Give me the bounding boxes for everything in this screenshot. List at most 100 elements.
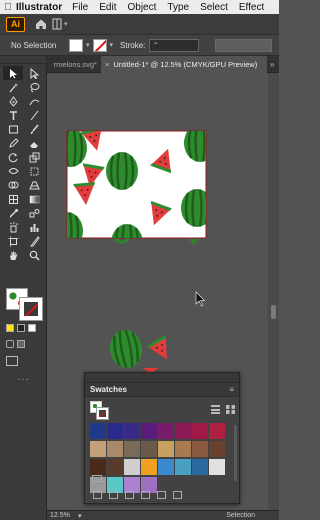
fill-dropdown-caret-icon[interactable]: ▾ xyxy=(86,41,90,49)
stroke-color-box[interactable] xyxy=(19,297,43,321)
tab-untitled-1[interactable]: × Untitled-1* @ 12.5% (CMYK/GPU Preview) xyxy=(101,55,267,73)
pen-tool-icon[interactable] xyxy=(3,94,23,108)
color-mode-icon[interactable] xyxy=(6,324,14,332)
swatch[interactable] xyxy=(124,459,140,475)
swatch[interactable] xyxy=(90,441,106,457)
arrange-documents-icon[interactable] xyxy=(52,18,62,30)
curvature-tool-icon[interactable] xyxy=(24,94,44,108)
scale-tool-icon[interactable] xyxy=(24,150,44,164)
stroke-swatch[interactable] xyxy=(92,38,107,52)
vertical-scrollbar[interactable] xyxy=(268,73,279,510)
free-transform-tool-icon[interactable] xyxy=(24,164,44,178)
apple-menu-icon[interactable]:  xyxy=(0,2,16,13)
tab-watermelons[interactable]: rmelons.svg* xyxy=(47,56,101,73)
zoom-level[interactable]: 12.5% xyxy=(50,512,78,519)
menu-file[interactable]: File xyxy=(72,2,88,13)
vertical-scroll-thumb[interactable] xyxy=(271,305,276,319)
close-tab-icon[interactable]: × xyxy=(105,60,109,69)
swatch-stroke-icon[interactable] xyxy=(96,407,109,420)
artboard-tool-icon[interactable] xyxy=(3,234,23,248)
show-swatch-kinds-icon[interactable] xyxy=(109,491,118,499)
shape-builder-tool-icon[interactable] xyxy=(3,178,23,192)
menu-effect[interactable]: Effect xyxy=(239,2,264,13)
swatch[interactable] xyxy=(124,441,140,457)
magic-wand-tool-icon[interactable] xyxy=(3,80,23,94)
swatch[interactable] xyxy=(209,459,225,475)
hand-tool-icon[interactable] xyxy=(3,248,23,262)
swatch[interactable] xyxy=(107,423,123,439)
screen-mode-icon[interactable] xyxy=(6,356,18,366)
edit-toolbar-icon[interactable]: ··· xyxy=(17,374,30,385)
swatch-group-folder-icon[interactable] xyxy=(92,475,102,482)
stroke-weight-field[interactable]: ⌃ xyxy=(149,38,200,52)
swatch[interactable] xyxy=(141,423,157,439)
lasso-tool-icon[interactable] xyxy=(24,80,44,94)
swatch[interactable] xyxy=(192,423,208,439)
swatch[interactable] xyxy=(192,459,208,475)
column-graph-tool-icon[interactable] xyxy=(24,220,44,234)
eyedropper-tool-icon[interactable] xyxy=(3,206,23,220)
line-segment-tool-icon[interactable] xyxy=(24,108,44,122)
draw-normal-icon[interactable] xyxy=(6,340,14,348)
fill-swatch[interactable] xyxy=(69,38,83,52)
arrange-caret-icon[interactable]: ▾ xyxy=(64,20,68,28)
swatch[interactable] xyxy=(141,459,157,475)
swatch[interactable] xyxy=(158,459,174,475)
swatch[interactable] xyxy=(192,441,208,457)
selection-tool-icon[interactable] xyxy=(3,66,23,80)
direct-selection-tool-icon[interactable] xyxy=(24,66,44,80)
stroke-dropdown-caret-icon[interactable]: ▾ xyxy=(110,41,114,49)
swatch[interactable] xyxy=(175,441,191,457)
swatch-options-icon[interactable] xyxy=(125,491,134,499)
status-caret-icon[interactable]: ▾ xyxy=(78,512,82,520)
gradient-tool-icon[interactable] xyxy=(24,192,44,206)
swatch[interactable] xyxy=(209,423,225,439)
pencil-tool-icon[interactable] xyxy=(3,136,23,150)
symbol-sprayer-tool-icon[interactable] xyxy=(3,220,23,234)
swatch[interactable] xyxy=(107,459,123,475)
panel-menu-icon[interactable]: ≡ xyxy=(229,385,234,394)
rectangle-tool-icon[interactable] xyxy=(3,122,23,136)
width-tool-icon[interactable] xyxy=(3,164,23,178)
menu-object[interactable]: Object xyxy=(127,2,156,13)
swatch[interactable] xyxy=(90,459,106,475)
swatch[interactable] xyxy=(209,441,225,457)
list-view-icon[interactable] xyxy=(211,405,220,414)
paintbrush-tool-icon[interactable] xyxy=(24,122,44,136)
menu-app-name[interactable]: Illustrator xyxy=(16,2,62,13)
swatch[interactable] xyxy=(158,423,174,439)
blend-tool-icon[interactable] xyxy=(24,206,44,220)
swatches-scrollbar[interactable] xyxy=(234,425,237,481)
swatches-tab[interactable]: Swatches xyxy=(90,385,127,394)
thumbnail-view-icon[interactable] xyxy=(226,405,235,414)
perspective-grid-tool-icon[interactable] xyxy=(24,178,44,192)
none-mode-icon[interactable] xyxy=(28,324,36,332)
menu-type[interactable]: Type xyxy=(167,2,189,13)
slice-tool-icon[interactable] xyxy=(24,234,44,248)
delete-swatch-icon[interactable] xyxy=(173,491,182,499)
zoom-tool-icon[interactable] xyxy=(24,248,44,262)
swatch[interactable] xyxy=(175,459,191,475)
swatch[interactable] xyxy=(124,423,140,439)
type-tool-icon[interactable] xyxy=(3,108,23,122)
swatch[interactable] xyxy=(175,423,191,439)
more-tabs-icon[interactable]: » xyxy=(270,60,274,69)
swatch-fill-stroke-indicator[interactable] xyxy=(90,401,109,420)
home-icon[interactable] xyxy=(34,17,48,31)
control-bar-field[interactable] xyxy=(215,38,273,52)
stroke-stepper-icon[interactable]: ⌃ xyxy=(152,41,159,50)
swatch-libraries-icon[interactable] xyxy=(93,491,102,499)
menu-select[interactable]: Select xyxy=(200,2,228,13)
swatches-panel-titlebar[interactable] xyxy=(85,373,239,383)
gradient-mode-icon[interactable] xyxy=(17,324,25,332)
draw-behind-icon[interactable] xyxy=(17,340,25,348)
rotate-tool-icon[interactable] xyxy=(3,150,23,164)
new-color-group-icon[interactable] xyxy=(141,491,150,499)
swatch[interactable] xyxy=(141,441,157,457)
mesh-tool-icon[interactable] xyxy=(3,192,23,206)
swatch[interactable] xyxy=(158,441,174,457)
eraser-tool-icon[interactable] xyxy=(24,136,44,150)
tools-panel-grip[interactable] xyxy=(0,56,46,64)
swatch[interactable] xyxy=(90,423,106,439)
menu-edit[interactable]: Edit xyxy=(99,2,116,13)
